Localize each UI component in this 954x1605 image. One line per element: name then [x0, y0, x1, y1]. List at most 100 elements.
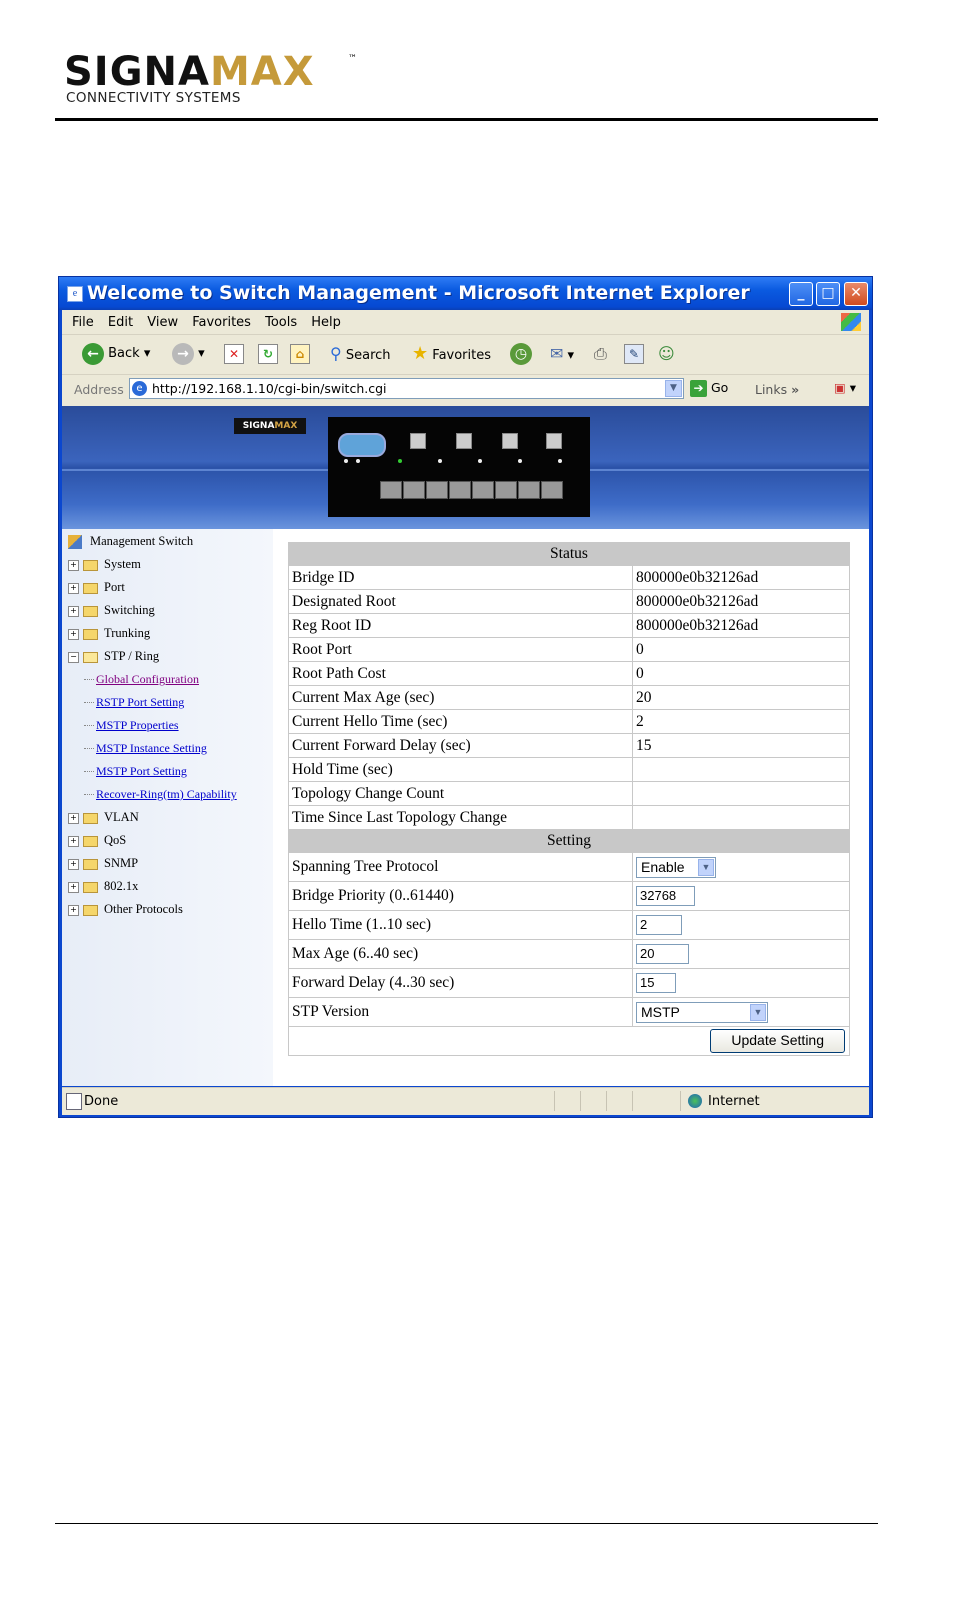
sidebar-item-system[interactable]: + System — [68, 557, 141, 572]
link-global-configuration[interactable]: Global Configuration — [84, 672, 199, 687]
hello-time-input[interactable]: 2 — [636, 915, 682, 935]
switch-banner: SIGNAMAX — [62, 406, 869, 529]
sidebar-item-snmp[interactable]: + SNMP — [68, 856, 138, 871]
led-icon — [518, 459, 522, 463]
folder-icon — [83, 605, 98, 617]
table-row: Max Age (6..40 sec) 20 — [288, 939, 850, 969]
close-button[interactable]: ✕ — [844, 282, 868, 306]
folder-icon — [83, 904, 98, 916]
row-label: Designated Root — [288, 589, 633, 614]
forward-delay-input[interactable]: 15 — [636, 973, 676, 993]
expand-icon[interactable]: + — [68, 904, 79, 916]
row-value: 0 — [632, 637, 850, 662]
back-button[interactable]: ← Back ▾ — [82, 340, 150, 368]
expand-icon[interactable]: + — [68, 628, 79, 640]
status-text: Done — [84, 1094, 119, 1109]
sidebar-item-qos[interactable]: + QoS — [68, 833, 126, 848]
rj45-port-icon — [426, 481, 448, 499]
table-row: Current Forward Delay (sec) 15 — [288, 733, 850, 758]
links-button[interactable]: Links » — [755, 382, 799, 397]
stp-enable-select[interactable]: Enable ▼ — [636, 856, 716, 878]
title-bar[interactable]: e Welcome to Switch Management - Microso… — [59, 277, 872, 310]
bridge-priority-input[interactable]: 32768 — [636, 886, 695, 906]
sidebar-item-stp-ring[interactable]: − STP / Ring — [68, 649, 159, 664]
sidebar-item-switching[interactable]: + Switching — [68, 603, 155, 618]
sidebar-item-other-protocols[interactable]: + Other Protocols — [68, 902, 183, 917]
messenger-button[interactable]: ☺ — [658, 340, 675, 368]
address-input[interactable]: e http://192.168.1.10/cgi-bin/switch.cgi… — [129, 378, 684, 399]
setting-header: Setting — [288, 829, 850, 853]
table-row: Current Max Age (sec) 20 — [288, 685, 850, 710]
max-age-input[interactable]: 20 — [636, 944, 689, 964]
row-value: 0 — [632, 661, 850, 686]
menu-view[interactable]: View — [147, 315, 178, 330]
link-recover-ring[interactable]: Recover-Ring(tm) Capability — [84, 787, 237, 802]
menu-edit[interactable]: Edit — [108, 315, 133, 330]
sidebar-item-trunking[interactable]: + Trunking — [68, 626, 150, 641]
status-header: Status — [288, 542, 850, 566]
expand-icon[interactable]: + — [68, 582, 79, 594]
expand-icon[interactable]: + — [68, 881, 79, 893]
menu-favorites[interactable]: Favorites — [192, 315, 251, 330]
back-arrow-icon: ← — [82, 342, 104, 365]
mail-button[interactable]: ✉ ▾ — [550, 340, 574, 368]
expand-icon[interactable]: + — [68, 559, 79, 571]
translate-button[interactable]: ▣ ▾ — [834, 376, 856, 400]
row-value: 2 — [632, 709, 850, 734]
stp-version-select[interactable]: MSTP ▼ — [636, 1001, 768, 1023]
sidebar-item-vlan[interactable]: + VLAN — [68, 810, 139, 825]
expand-icon[interactable]: + — [68, 605, 79, 617]
fiber-port-icon — [456, 433, 472, 449]
folder-icon — [83, 835, 98, 847]
row-value: 800000e0b32126ad — [632, 589, 850, 614]
search-button[interactable]: ⚲ Search — [330, 340, 391, 368]
row-label: Root Path Cost — [288, 661, 633, 686]
update-setting-button[interactable]: Update Setting — [710, 1029, 845, 1053]
expand-icon[interactable]: + — [68, 835, 79, 847]
edit-button[interactable]: ✎ — [624, 340, 644, 368]
expand-icon[interactable]: + — [68, 812, 79, 824]
version-label: STP Version — [288, 997, 633, 1027]
banner-logo: SIGNAMAX — [234, 418, 306, 434]
refresh-button[interactable]: ↻ — [258, 340, 278, 368]
ie-icon: e — [132, 381, 147, 396]
fiber-port-icon — [546, 433, 562, 449]
forward-button[interactable]: → ▾ — [172, 340, 205, 368]
rj45-port-icon — [541, 481, 563, 499]
expand-icon[interactable]: + — [68, 858, 79, 870]
stp-label: Spanning Tree Protocol — [288, 852, 633, 882]
sidebar-item-8021x[interactable]: +802.1x — [68, 879, 138, 894]
history-button[interactable]: ◷ — [510, 340, 532, 368]
logo-tagline: CONNECTIVITY SYSTEMS — [66, 90, 241, 106]
favorites-button[interactable]: ★ Favorites — [412, 340, 491, 368]
link-mstp-instance-setting[interactable]: MSTP Instance Setting — [84, 741, 207, 756]
chevron-down-icon[interactable]: ▼ — [665, 380, 682, 397]
stop-button[interactable]: ✕ — [224, 340, 244, 368]
maximize-button[interactable]: □ — [816, 282, 840, 306]
home-button[interactable]: ⌂ — [290, 340, 310, 368]
table-row: Bridge ID 800000e0b32126ad — [288, 565, 850, 590]
collapse-icon[interactable]: − — [68, 651, 79, 663]
row-value — [632, 805, 850, 830]
home-icon: ⌂ — [290, 343, 310, 364]
home-icon — [68, 535, 82, 550]
minimize-button[interactable]: _ — [789, 282, 813, 306]
go-button[interactable]: ➔ Go — [690, 380, 728, 397]
chevron-down-icon: ▼ — [750, 1003, 766, 1021]
menu-file[interactable]: File — [72, 315, 94, 330]
nav-sidebar: Management Switch + System + Port + Switchi… — [62, 529, 273, 1086]
sidebar-root[interactable]: Management Switch — [68, 534, 193, 550]
print-button[interactable]: ⎙ — [594, 340, 607, 368]
rj45-port-icon — [449, 481, 471, 499]
link-rstp-port-setting[interactable]: RSTP Port Setting — [83, 695, 184, 710]
toolbar: ← Back ▾ → ▾ ✕ ↻ ⌂ ⚲ Search ★ Favorites — [62, 334, 869, 375]
sidebar-item-port[interactable]: + Port — [68, 580, 125, 595]
menu-help[interactable]: Help — [311, 315, 341, 330]
link-mstp-port-setting[interactable]: MSTP Port Setting — [84, 764, 187, 779]
link-mstp-properties[interactable]: MSTP Properties — [84, 718, 179, 733]
windows-logo-icon — [841, 313, 861, 331]
favorites-label: Favorites — [432, 348, 492, 363]
fiber-port-icon — [502, 433, 518, 449]
menu-tools[interactable]: Tools — [265, 315, 297, 330]
rj45-port-icon — [380, 481, 402, 499]
